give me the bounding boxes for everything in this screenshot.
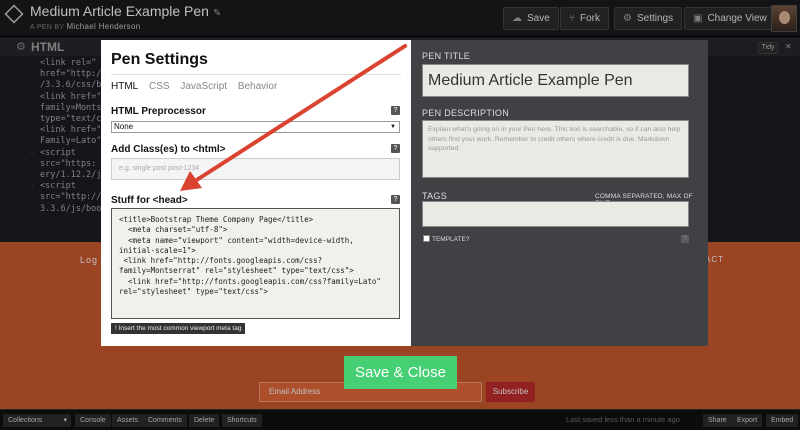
annotation-arrow [180, 44, 407, 191]
arrow-shaft [190, 44, 407, 185]
